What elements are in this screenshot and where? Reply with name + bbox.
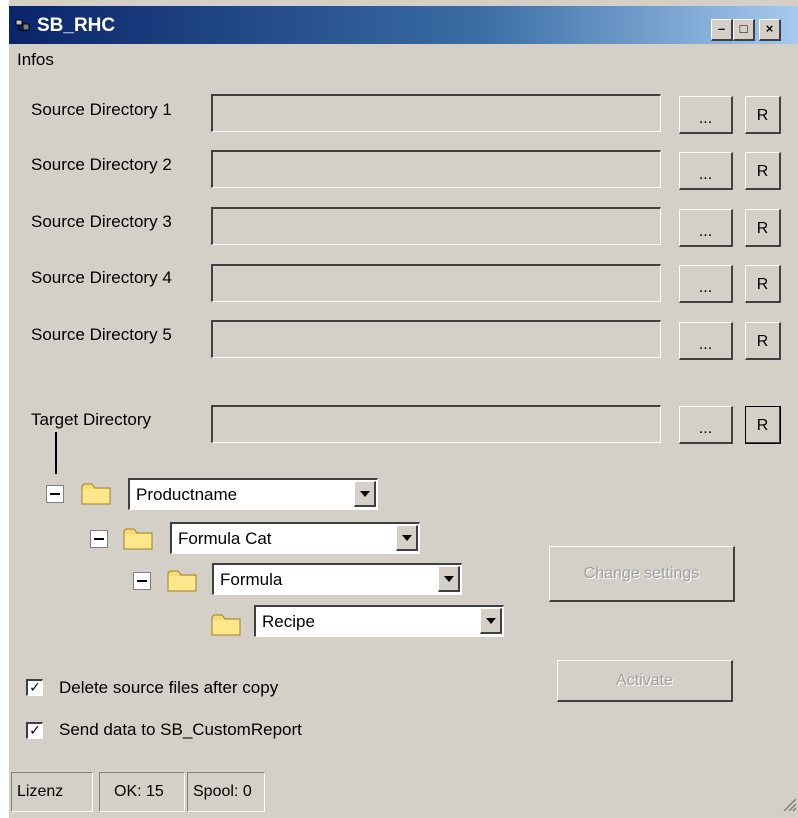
send-data-checkbox[interactable]: ✓ [26, 722, 43, 739]
status-spool: Spool: 0 [187, 772, 265, 812]
formula-select[interactable]: Formula [212, 563, 462, 595]
collapse-formula-cat-icon[interactable] [90, 530, 108, 548]
menu-infos[interactable]: Infos [17, 50, 54, 70]
recipe-select[interactable]: Recipe [254, 605, 504, 637]
change-settings-button[interactable]: Change settings [549, 546, 735, 602]
chevron-down-icon[interactable] [438, 566, 460, 592]
activate-button[interactable]: Activate [557, 660, 733, 702]
app-icon [15, 19, 30, 31]
maximize-button[interactable]: □ [733, 19, 755, 41]
delete-source-label: Delete source files after copy [59, 678, 279, 697]
source-4-browse-button[interactable]: ... [679, 265, 733, 303]
maximize-icon: □ [739, 21, 748, 36]
formula-cat-value: Formula Cat [178, 529, 272, 548]
source-2-label: Source Directory 2 [31, 155, 172, 174]
minimize-icon: – [717, 21, 726, 36]
folder-icon [211, 614, 241, 636]
source-1-field[interactable] [211, 94, 661, 132]
close-icon: × [765, 21, 774, 36]
productname-select[interactable]: Productname [128, 478, 378, 510]
source-5-browse-button[interactable]: ... [679, 322, 733, 360]
target-browse-button[interactable]: ... [679, 406, 733, 444]
resize-grip-icon[interactable] [781, 796, 797, 812]
title-bar[interactable]: SB_RHC – □ × [9, 6, 798, 44]
source-4-field[interactable] [211, 264, 661, 302]
source-1-browse-button[interactable]: ... [679, 96, 733, 134]
app-window: SB_RHC – □ × Infos Source Directory 1 ..… [8, 0, 798, 818]
chevron-down-icon[interactable] [396, 525, 418, 551]
target-field[interactable] [211, 405, 661, 443]
target-reset-button[interactable]: R [745, 406, 781, 444]
source-3-label: Source Directory 3 [31, 212, 172, 231]
folder-icon [167, 570, 197, 592]
source-3-field[interactable] [211, 207, 661, 245]
collapse-productname-icon[interactable] [46, 485, 64, 503]
close-button[interactable]: × [759, 19, 781, 41]
target-label: Target Directory [31, 410, 151, 429]
delete-source-checkbox[interactable]: ✓ [26, 679, 43, 696]
formula-value: Formula [220, 570, 283, 589]
chevron-down-icon[interactable] [354, 481, 376, 507]
source-1-reset-button[interactable]: R [745, 96, 781, 134]
folder-icon [123, 528, 153, 550]
status-license: Lizenz [11, 772, 93, 812]
source-1-label: Source Directory 1 [31, 100, 172, 119]
source-5-field[interactable] [211, 320, 661, 358]
folder-icon [81, 483, 111, 505]
source-2-field[interactable] [211, 150, 661, 188]
source-3-browse-button[interactable]: ... [679, 209, 733, 247]
source-2-reset-button[interactable]: R [745, 152, 781, 190]
status-ok: OK: 15 [99, 772, 185, 812]
send-data-label: Send data to SB_CustomReport [59, 720, 302, 739]
window-title: SB_RHC [37, 15, 116, 36]
minimize-button[interactable]: – [711, 19, 733, 41]
source-5-reset-button[interactable]: R [745, 322, 781, 360]
source-2-browse-button[interactable]: ... [679, 152, 733, 190]
menu-bar: Infos [9, 44, 798, 74]
formula-cat-select[interactable]: Formula Cat [170, 522, 420, 554]
collapse-formula-icon[interactable] [133, 572, 151, 590]
source-3-reset-button[interactable]: R [745, 209, 781, 247]
productname-value: Productname [136, 485, 238, 504]
status-bar: Lizenz OK: 15 Spool: 0 [9, 772, 798, 816]
source-4-label: Source Directory 4 [31, 268, 172, 287]
chevron-down-icon[interactable] [480, 608, 502, 634]
source-4-reset-button[interactable]: R [745, 265, 781, 303]
tree-connector [55, 432, 57, 474]
recipe-value: Recipe [262, 612, 315, 631]
source-5-label: Source Directory 5 [31, 325, 172, 344]
